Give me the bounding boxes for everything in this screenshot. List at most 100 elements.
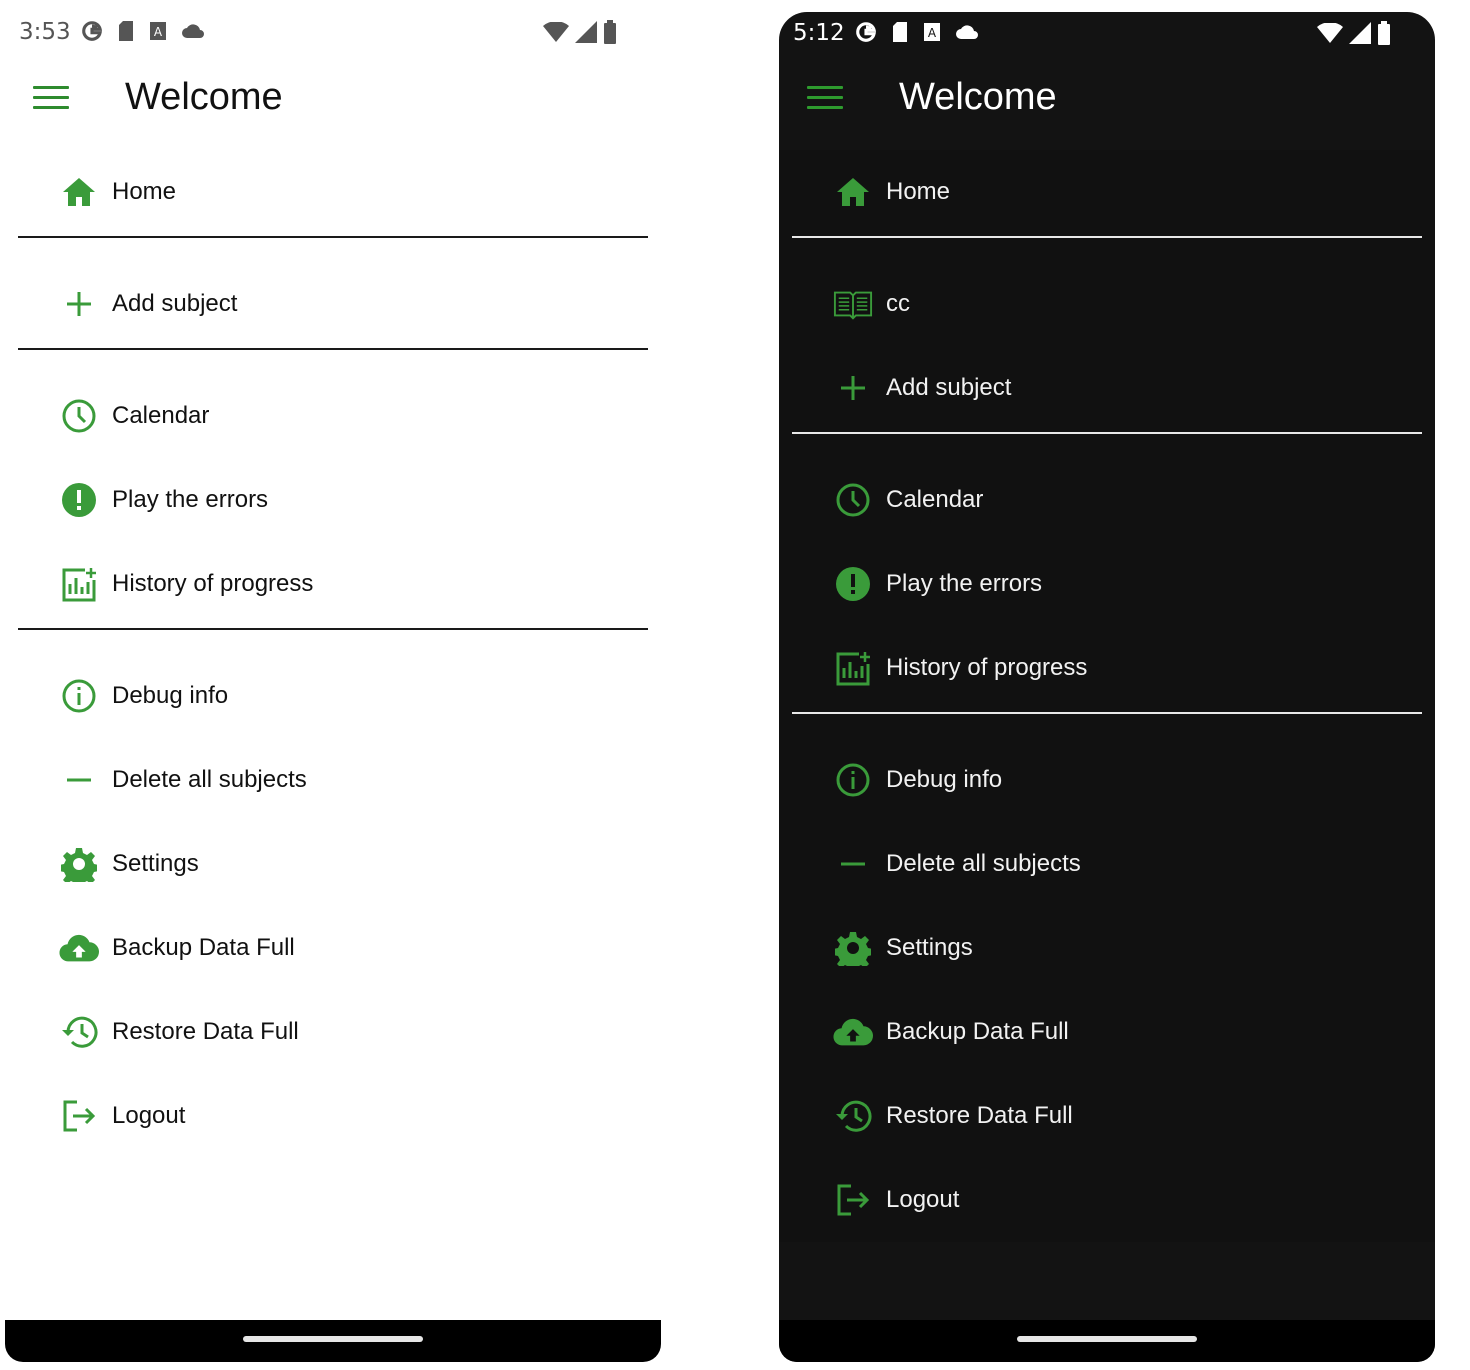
drawer-item-logout[interactable]: Logout [779, 1158, 1435, 1242]
home-icon [59, 172, 99, 212]
svg-text:A: A [154, 25, 163, 39]
font-a-icon: A [150, 22, 166, 40]
page-title: Welcome [125, 76, 283, 118]
drawer-item-label: History of progress [112, 570, 314, 597]
drawer-item-settings[interactable]: Settings [5, 822, 661, 906]
drawer-item-delete-all[interactable]: Delete all subjects [779, 822, 1435, 906]
drawer-item-calendar[interactable]: Calendar [5, 374, 661, 458]
phone-dark-theme: 5:12 A Welcome Home cc Add subject Calen… [779, 12, 1435, 1362]
divider [792, 236, 1422, 238]
status-time: 5:12 [793, 20, 845, 46]
sd-card-icon [119, 21, 133, 41]
minus-icon [59, 760, 99, 800]
system-nav-bar [779, 1320, 1435, 1362]
chart-add-icon [59, 564, 99, 604]
drawer-item-label: Logout [886, 1186, 960, 1213]
drawer-item-delete-all[interactable]: Delete all subjects [5, 738, 661, 822]
drawer-item-backup[interactable]: Backup Data Full [779, 990, 1435, 1074]
divider [18, 628, 648, 630]
app-bar: Welcome [779, 60, 1435, 136]
divider [18, 348, 648, 350]
drawer-item-logout[interactable]: Logout [5, 1074, 661, 1158]
drawer-item-label: Delete all subjects [112, 766, 307, 793]
drawer-item-label: Settings [886, 934, 973, 961]
drawer-item-label: Calendar [886, 486, 984, 513]
info-icon [833, 760, 873, 800]
font-a-icon: A [924, 23, 940, 41]
drawer-item-label: Play the errors [886, 570, 1043, 597]
google-icon [856, 22, 877, 42]
sd-card-icon [893, 22, 907, 42]
drawer-item-label: Calendar [112, 402, 210, 429]
cell-signal-icon [1349, 22, 1371, 44]
drawer-item-label: Debug info [886, 766, 1003, 793]
plus-icon [833, 368, 873, 408]
chart-add-icon [833, 648, 873, 688]
drawer-item-label: Debug info [112, 682, 229, 709]
drawer-item-label: Delete all subjects [886, 850, 1081, 877]
drawer-item-label: Add subject [886, 374, 1012, 401]
drawer-item-home[interactable]: Home [5, 150, 661, 234]
home-icon [833, 172, 873, 212]
drawer-item-settings[interactable]: Settings [779, 906, 1435, 990]
status-notification-icons: A [855, 21, 979, 43]
home-gesture-handle[interactable] [1017, 1336, 1197, 1342]
battery-icon [604, 20, 616, 44]
cell-signal-icon [575, 21, 597, 43]
battery-icon [1378, 21, 1390, 45]
drawer-item-home[interactable]: Home [779, 150, 1435, 234]
drawer-item-restore[interactable]: Restore Data Full [5, 990, 661, 1074]
home-gesture-handle[interactable] [243, 1336, 423, 1342]
status-bar: 3:53 A [5, 0, 661, 64]
clock-icon [59, 396, 99, 436]
menu-icon[interactable] [807, 86, 843, 112]
drawer-item-calendar[interactable]: Calendar [779, 458, 1435, 542]
drawer-item-label: Backup Data Full [886, 1018, 1069, 1045]
cloud-upload-icon [833, 1012, 873, 1052]
drawer-item-debug[interactable]: Debug info [5, 654, 661, 738]
drawer-item-label: Settings [112, 850, 199, 877]
drawer-item-restore[interactable]: Restore Data Full [779, 1074, 1435, 1158]
drawer-item-play-errors[interactable]: Play the errors [779, 542, 1435, 626]
system-nav-bar [5, 1320, 661, 1362]
google-icon [82, 21, 103, 41]
cloud-upload-icon [59, 928, 99, 968]
drawer-item-label: Restore Data Full [886, 1102, 1073, 1129]
navigation-drawer: Home Add subject Calendar Play the error… [5, 150, 661, 1158]
drawer-item-label: Logout [112, 1102, 186, 1129]
divider [792, 712, 1422, 714]
drawer-item-subject-cc[interactable]: cc [779, 262, 1435, 346]
drawer-item-label: cc [886, 290, 910, 317]
error-icon [833, 564, 873, 604]
drawer-item-label: Restore Data Full [112, 1018, 299, 1045]
clock-icon [833, 480, 873, 520]
gear-icon [59, 844, 99, 884]
drawer-item-play-errors[interactable]: Play the errors [5, 458, 661, 542]
status-system-icons [543, 20, 617, 44]
divider [18, 236, 648, 238]
drawer-item-label: Play the errors [112, 486, 269, 513]
drawer-item-label: Home [112, 178, 177, 205]
app-bar: Welcome [5, 60, 661, 136]
wifi-icon [1317, 23, 1343, 43]
drawer-item-add-subject[interactable]: Add subject [5, 262, 661, 346]
drawer-item-backup[interactable]: Backup Data Full [5, 906, 661, 990]
book-icon [833, 284, 873, 324]
plus-icon [59, 284, 99, 324]
gear-icon [833, 928, 873, 968]
drawer-item-label: Home [886, 178, 951, 205]
restore-history-icon [59, 1012, 99, 1052]
drawer-item-history[interactable]: History of progress [779, 626, 1435, 710]
restore-history-icon [833, 1096, 873, 1136]
status-system-icons [1317, 21, 1391, 45]
drawer-item-add-subject[interactable]: Add subject [779, 346, 1435, 430]
svg-text:A: A [928, 26, 937, 40]
menu-icon[interactable] [33, 86, 69, 112]
logout-icon [59, 1096, 99, 1136]
drawer-item-debug[interactable]: Debug info [779, 738, 1435, 822]
logout-icon [833, 1180, 873, 1220]
page-title: Welcome [899, 76, 1057, 118]
status-notification-icons: A [81, 20, 205, 42]
wifi-icon [543, 22, 569, 42]
drawer-item-history[interactable]: History of progress [5, 542, 661, 626]
